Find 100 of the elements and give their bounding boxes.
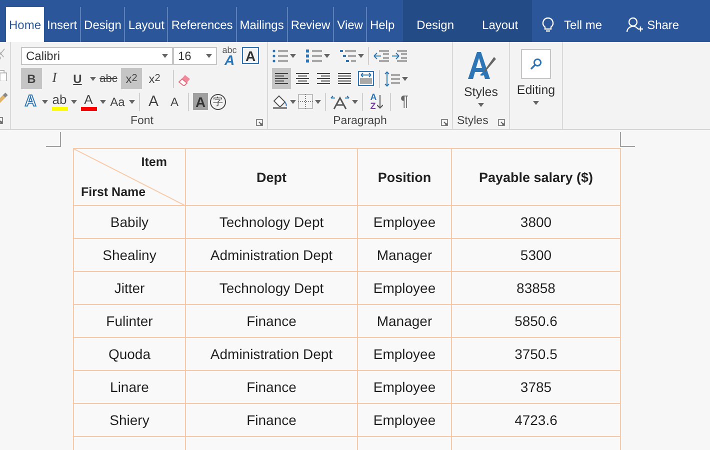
clear-formatting-button[interactable]: abc A [220, 45, 239, 66]
sort-button[interactable]: A Z [367, 91, 386, 112]
dialog-launcher-icon[interactable] [441, 119, 448, 126]
table-cell: Employee [358, 404, 452, 436]
character-scaling-icon[interactable] [330, 94, 350, 110]
caret-icon[interactable] [533, 101, 539, 105]
ribbon-tab[interactable]: Layout [468, 7, 532, 42]
align-right-icon[interactable] [316, 71, 331, 86]
column-header: Payable salary ($) [452, 148, 620, 206]
paint-bucket-icon[interactable] [272, 94, 288, 110]
increase-indent-icon[interactable] [391, 48, 407, 62]
align-button[interactable] [272, 68, 291, 89]
table-cell: 4723.6 [452, 404, 620, 436]
line-spacing-icon[interactable] [384, 70, 400, 86]
table-cell: Employee [358, 370, 452, 404]
table-cell: 3750.5 [452, 338, 620, 370]
lightbulb-icon[interactable] [542, 16, 554, 32]
format-toggle[interactable]: I [44, 68, 65, 89]
shrink-font-button[interactable]: A [165, 91, 184, 112]
caret-icon[interactable] [324, 54, 330, 58]
paintbrush-icon[interactable] [0, 91, 8, 104]
caret-icon[interactable] [290, 54, 296, 58]
dropdown-caret-icon[interactable] [162, 54, 168, 58]
caret-icon[interactable] [42, 100, 48, 104]
color-button[interactable]: ab [50, 91, 69, 112]
share-button[interactable]: Share [626, 16, 680, 32]
column-header: Dept [186, 148, 358, 206]
table-cell: Babily [74, 206, 186, 238]
table-cell: Finance [186, 370, 358, 404]
table-cell: 5300 [452, 238, 620, 272]
caret-icon[interactable] [71, 100, 77, 104]
table-cell: Jitter [74, 272, 186, 304]
format-toggle[interactable]: U [67, 68, 88, 89]
table-cell: Fulinter [74, 304, 186, 338]
caret-icon[interactable] [100, 100, 106, 104]
table-cell: Finance [186, 304, 358, 338]
table-cell: Quoda [74, 338, 186, 370]
table-cell: Technology Dept [186, 272, 358, 304]
caret-icon[interactable] [90, 76, 96, 80]
bullet-list-icon[interactable] [272, 48, 288, 62]
caret-icon[interactable] [352, 100, 358, 104]
borders-icon[interactable] [298, 94, 313, 109]
table-cell: Administration Dept [186, 338, 358, 370]
format-toggle[interactable]: abc [98, 68, 119, 89]
table-cell: 3800 [452, 206, 620, 238]
group-label: Styles [457, 115, 488, 127]
tell-me-button[interactable]: Tell me [542, 16, 602, 32]
table-cell: Shiery [74, 404, 186, 436]
caret-icon[interactable] [478, 103, 484, 107]
character-shading-button[interactable]: A [193, 93, 208, 110]
font-size-field[interactable]: 16 [173, 46, 217, 64]
styles-button[interactable]: Styles [457, 45, 505, 107]
caret-icon[interactable] [290, 100, 296, 104]
caret-icon[interactable] [358, 54, 364, 58]
header-text: First Name [81, 185, 146, 199]
distributed-icon[interactable] [358, 71, 374, 86]
table-cell: Shealiny [74, 238, 186, 272]
align-justify-icon[interactable] [337, 71, 352, 86]
align-button[interactable] [356, 68, 375, 89]
group-label: Font [130, 115, 154, 127]
ribbon-tab[interactable]: Home [6, 7, 44, 42]
align-left-icon[interactable] [274, 71, 289, 86]
caret-icon[interactable] [402, 76, 408, 80]
numbered-list-icon[interactable] [306, 48, 322, 62]
table-cell: 5850.6 [452, 304, 620, 338]
styles-brush-icon [466, 49, 496, 81]
enclose-characters-button[interactable]: 字 [210, 94, 226, 110]
dropdown-caret-icon[interactable] [206, 54, 212, 58]
ribbon-tab[interactable]: Help [366, 7, 398, 42]
table-cell: Manager [358, 238, 452, 272]
person-plus-icon[interactable] [626, 16, 644, 32]
dialog-launcher-icon[interactable] [256, 119, 263, 126]
table-cell: Technology Dept [186, 206, 358, 238]
table-cell: Employee [358, 272, 452, 304]
editing-button[interactable]: Editing [514, 45, 558, 105]
table-cell: Administration Dept [186, 238, 358, 272]
table-cell: 3785 [452, 370, 620, 404]
table-cell: Manager [358, 304, 452, 338]
color-button[interactable]: A [79, 91, 98, 112]
character-border-button[interactable]: A [242, 47, 259, 64]
align-center-icon[interactable] [295, 71, 310, 86]
decrease-indent-icon[interactable] [373, 48, 389, 62]
table-cell: Employee [358, 206, 452, 238]
down-arrow-icon[interactable] [376, 94, 383, 108]
format-toggle[interactable]: B [21, 68, 42, 89]
column-header: Position [358, 148, 452, 206]
caret-icon[interactable] [315, 100, 321, 104]
search-icon [530, 58, 542, 70]
group-label: Paragraph [333, 115, 387, 127]
grow-font-button[interactable]: A [144, 91, 163, 112]
header-text: Item [141, 155, 167, 169]
table-cell: Linare [74, 370, 186, 404]
show-marks-button[interactable]: ¶ [395, 91, 414, 112]
change-case-button[interactable]: Aa [108, 91, 127, 112]
ribbon-tab[interactable]: Design [402, 7, 468, 42]
dialog-launcher-icon[interactable] [498, 119, 505, 126]
table-cell: Employee [358, 338, 452, 370]
font-name-field[interactable]: Calibri [21, 46, 173, 64]
caret-icon[interactable] [129, 100, 135, 104]
multilevel-list-icon[interactable] [340, 48, 356, 62]
